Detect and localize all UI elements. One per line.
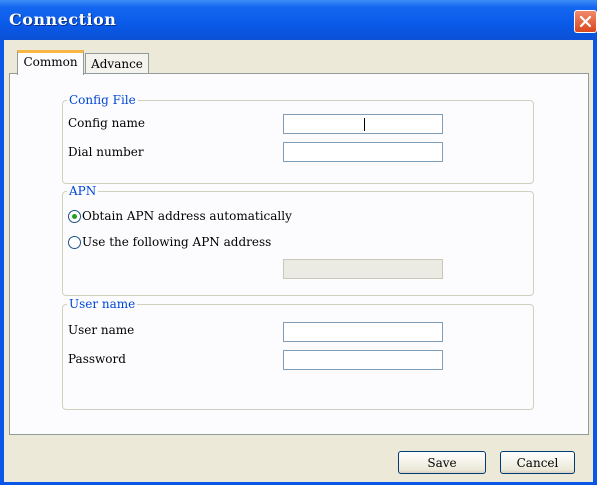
connection-dialog: Connection Common Advance Config File Co… <box>0 0 597 485</box>
apn-auto-radio[interactable] <box>68 210 81 223</box>
save-button[interactable]: Save <box>398 451 486 474</box>
username-label: User name <box>68 323 135 337</box>
dial-number-label: Dial number <box>68 145 144 159</box>
password-input[interactable] <box>283 350 443 370</box>
cancel-button[interactable]: Cancel <box>500 451 575 474</box>
config-name-label: Config name <box>68 116 145 130</box>
dialog-body: Common Advance Config File Config name D… <box>4 40 593 482</box>
tab-panel-common: Config File Config name Dial number APN … <box>9 73 589 435</box>
apn-address-input <box>283 259 443 279</box>
apn-legend: APN <box>67 184 99 198</box>
tab-common-label: Common <box>23 55 78 69</box>
tab-common[interactable]: Common <box>17 50 84 75</box>
apn-manual-label[interactable]: Use the following APN address <box>82 235 271 249</box>
tab-advance-label: Advance <box>91 57 143 71</box>
window-title: Connection <box>9 10 117 29</box>
config-name-input[interactable] <box>283 114 443 134</box>
radio-selected-dot <box>72 214 77 219</box>
close-icon <box>579 15 592 28</box>
password-label: Password <box>68 352 126 366</box>
close-button[interactable] <box>574 10 597 33</box>
user-legend: User name <box>67 297 138 311</box>
config-file-legend: Config File <box>67 93 138 107</box>
tab-advance[interactable]: Advance <box>85 53 149 75</box>
apn-auto-label[interactable]: Obtain APN address automatically <box>82 209 292 223</box>
username-input[interactable] <box>283 322 443 342</box>
apn-manual-radio[interactable] <box>68 236 81 249</box>
text-cursor <box>364 118 365 131</box>
title-bar[interactable]: Connection <box>0 0 597 40</box>
dial-number-input[interactable] <box>283 142 443 162</box>
